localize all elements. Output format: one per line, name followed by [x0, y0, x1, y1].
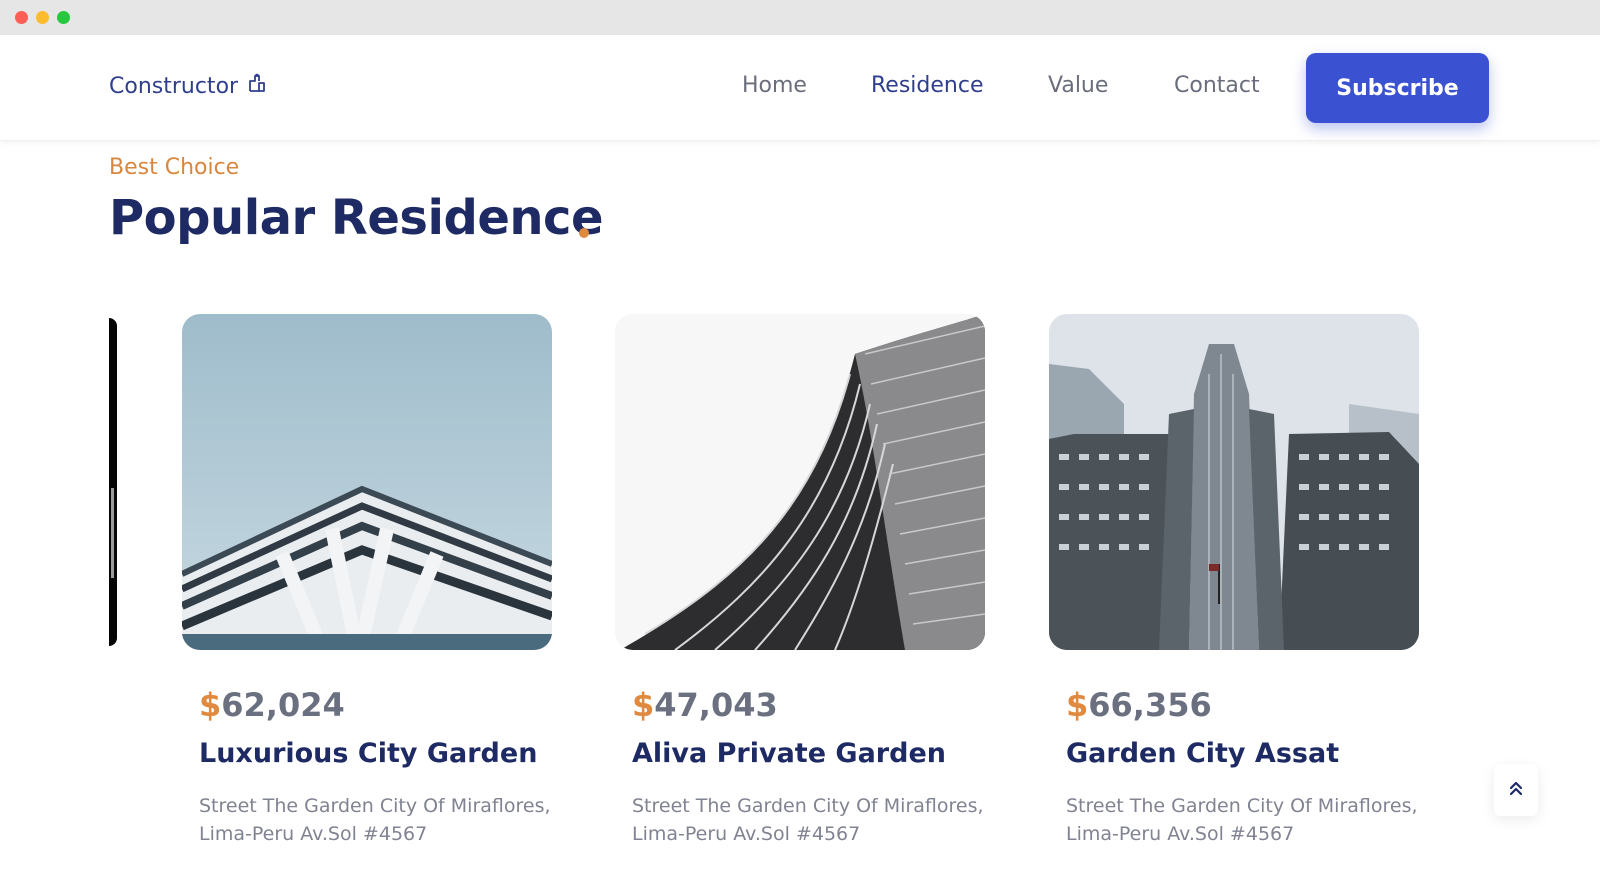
price-value: 62,024: [221, 686, 345, 724]
browser-window: Constructor Home Residence Value Contact…: [0, 0, 1600, 874]
residence-address: Street The Garden City Of Miraflores, Li…: [1066, 792, 1426, 848]
section-title: Popular Residence: [109, 190, 604, 246]
address-line: Lima-Peru Av.Sol #4567: [1066, 823, 1295, 845]
nav-residence[interactable]: Residence: [871, 73, 983, 98]
currency-symbol: $: [199, 686, 222, 724]
nav-value[interactable]: Value: [1048, 73, 1108, 98]
residence-card[interactable]: $62,024 Luxurious City Garden Street The…: [182, 314, 552, 845]
carousel-partial-card[interactable]: [109, 318, 117, 646]
close-window-button[interactable]: [15, 11, 28, 24]
residence-price: $62,024: [199, 686, 345, 724]
residence-image: [1049, 314, 1419, 650]
site-logo[interactable]: Constructor: [109, 73, 267, 99]
address-line: Street The Garden City Of Miraflores,: [199, 795, 551, 817]
residence-image: [615, 314, 985, 650]
maximize-window-button[interactable]: [57, 11, 70, 24]
residence-title: Garden City Assat: [1066, 738, 1340, 769]
nav-home[interactable]: Home: [742, 73, 807, 98]
residence-card[interactable]: $47,043 Aliva Private Garden Street The …: [615, 314, 985, 845]
site-header: Constructor Home Residence Value Contact…: [0, 35, 1600, 141]
title-accent-dot: [579, 228, 589, 238]
nav-contact[interactable]: Contact: [1174, 73, 1260, 98]
address-line: Street The Garden City Of Miraflores,: [632, 795, 984, 817]
double-chevron-up-icon: [1508, 780, 1524, 800]
residence-title: Luxurious City Garden: [199, 738, 538, 769]
address-line: Lima-Peru Av.Sol #4567: [199, 823, 428, 845]
residence-address: Street The Garden City Of Miraflores, Li…: [199, 792, 559, 848]
section-eyebrow: Best Choice: [109, 155, 240, 180]
currency-symbol: $: [632, 686, 655, 724]
residence-title: Aliva Private Garden: [632, 738, 946, 769]
address-line: Street The Garden City Of Miraflores,: [1066, 795, 1418, 817]
subscribe-button[interactable]: Subscribe: [1306, 53, 1489, 123]
price-value: 66,356: [1088, 686, 1212, 724]
residence-card[interactable]: $66,356 Garden City Assat Street The Gar…: [1049, 314, 1419, 845]
residence-price: $66,356: [1066, 686, 1212, 724]
price-value: 47,043: [654, 686, 778, 724]
building-icon: [247, 73, 267, 99]
window-titlebar: [0, 0, 1600, 35]
residence-image: [182, 314, 552, 650]
currency-symbol: $: [1066, 686, 1089, 724]
address-line: Lima-Peru Av.Sol #4567: [632, 823, 861, 845]
residence-address: Street The Garden City Of Miraflores, Li…: [632, 792, 992, 848]
residence-price: $47,043: [632, 686, 778, 724]
minimize-window-button[interactable]: [36, 11, 49, 24]
logo-text: Constructor: [109, 73, 239, 99]
scroll-to-top-button[interactable]: [1494, 764, 1538, 816]
